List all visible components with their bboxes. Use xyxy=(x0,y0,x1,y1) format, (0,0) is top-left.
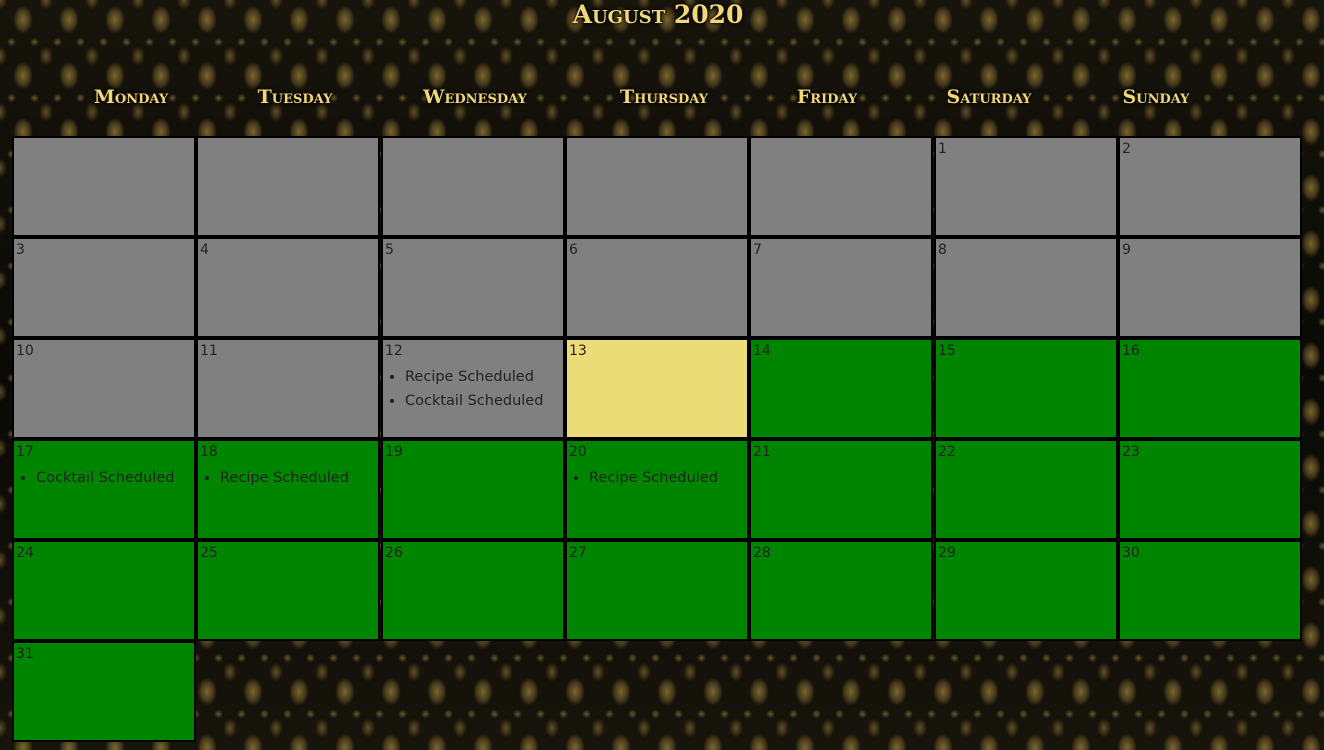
calendar-day-8[interactable]: 8 xyxy=(934,237,1118,338)
calendar-day-14[interactable]: 14 xyxy=(749,338,933,439)
month-title: August 2020 xyxy=(572,0,744,29)
calendar-day-11[interactable]: 11 xyxy=(196,338,380,439)
calendar-day-25[interactable]: 25 xyxy=(196,540,380,641)
calendar-day-21[interactable]: 21 xyxy=(749,439,933,540)
day-number: 1 xyxy=(938,141,947,157)
weekday-header-row: Monday Tuesday Wednesday Thursday Friday… xyxy=(0,83,1324,113)
day-number: 27 xyxy=(569,545,587,561)
calendar-day-12[interactable]: 12Recipe ScheduledCocktail Scheduled xyxy=(381,338,565,439)
day-number: 31 xyxy=(16,646,34,662)
calendar-day-30[interactable]: 30 xyxy=(1118,540,1302,641)
calendar-day-24[interactable]: 24 xyxy=(12,540,196,641)
day-number: 23 xyxy=(1122,444,1140,460)
calendar-cell-empty xyxy=(196,136,380,237)
event-item[interactable]: Recipe Scheduled xyxy=(405,365,543,389)
day-number: 14 xyxy=(753,343,771,359)
calendar-cell-empty xyxy=(749,136,933,237)
day-number: 30 xyxy=(1122,545,1140,561)
day-number: 10 xyxy=(16,343,34,359)
day-number: 25 xyxy=(200,545,218,561)
day-number: 19 xyxy=(385,444,403,460)
weekday-friday: Friday xyxy=(796,86,858,108)
day-number: 29 xyxy=(938,545,956,561)
day-number: 17 xyxy=(16,444,34,460)
day-number: 11 xyxy=(200,343,218,359)
day-number: 15 xyxy=(938,343,956,359)
calendar-day-23[interactable]: 23 xyxy=(1118,439,1302,540)
calendar-day-7[interactable]: 7 xyxy=(749,237,933,338)
weekday-wednesday: Wednesday xyxy=(423,86,527,108)
calendar-day-19[interactable]: 19 xyxy=(381,439,565,540)
calendar-day-26[interactable]: 26 xyxy=(381,540,565,641)
calendar-cell-empty xyxy=(381,136,565,237)
day-number: 3 xyxy=(16,242,25,258)
calendar-day-15[interactable]: 15 xyxy=(934,338,1118,439)
calendar-day-20[interactable]: 20Recipe Scheduled xyxy=(565,439,749,540)
calendar-day-31[interactable]: 31 xyxy=(12,641,196,742)
day-number: 18 xyxy=(200,444,218,460)
day-number: 24 xyxy=(16,545,34,561)
event-list: Recipe Scheduled xyxy=(198,466,349,490)
day-number: 5 xyxy=(385,242,394,258)
weekday-monday: Monday xyxy=(93,86,169,108)
calendar-day-18[interactable]: 18Recipe Scheduled xyxy=(196,439,380,540)
day-number: 6 xyxy=(569,242,578,258)
event-item[interactable]: Recipe Scheduled xyxy=(220,466,349,490)
calendar-day-6[interactable]: 6 xyxy=(565,237,749,338)
calendar-day-13[interactable]: 13 xyxy=(565,338,749,439)
day-number: 28 xyxy=(753,545,771,561)
calendar-grid: 123456789101112Recipe ScheduledCocktail … xyxy=(12,136,1304,743)
day-number: 2 xyxy=(1122,141,1131,157)
day-number: 16 xyxy=(1122,343,1140,359)
calendar-day-28[interactable]: 28 xyxy=(749,540,933,641)
calendar-day-5[interactable]: 5 xyxy=(381,237,565,338)
calendar-day-4[interactable]: 4 xyxy=(196,237,380,338)
event-list: Cocktail Scheduled xyxy=(14,466,174,490)
calendar-day-22[interactable]: 22 xyxy=(934,439,1118,540)
day-number: 22 xyxy=(938,444,956,460)
calendar-day-2[interactable]: 2 xyxy=(1118,136,1302,237)
calendar-day-10[interactable]: 10 xyxy=(12,338,196,439)
weekday-tuesday: Tuesday xyxy=(257,86,333,108)
calendar-cell-empty xyxy=(565,136,749,237)
calendar-cell-empty xyxy=(12,136,196,237)
calendar-day-27[interactable]: 27 xyxy=(565,540,749,641)
event-list: Recipe ScheduledCocktail Scheduled xyxy=(383,365,543,413)
weekday-saturday: Saturday xyxy=(946,86,1032,108)
event-item[interactable]: Cocktail Scheduled xyxy=(36,466,174,490)
day-number: 21 xyxy=(753,444,771,460)
calendar-day-9[interactable]: 9 xyxy=(1118,237,1302,338)
day-number: 7 xyxy=(753,242,762,258)
event-item[interactable]: Recipe Scheduled xyxy=(589,466,718,490)
event-list: Recipe Scheduled xyxy=(567,466,718,490)
day-number: 8 xyxy=(938,242,947,258)
calendar-day-17[interactable]: 17Cocktail Scheduled xyxy=(12,439,196,540)
weekday-sunday: Sunday xyxy=(1122,86,1190,108)
day-number: 26 xyxy=(385,545,403,561)
calendar-day-16[interactable]: 16 xyxy=(1118,338,1302,439)
day-number: 13 xyxy=(569,343,587,359)
calendar-day-29[interactable]: 29 xyxy=(934,540,1118,641)
day-number: 9 xyxy=(1122,242,1131,258)
weekday-thursday: Thursday xyxy=(620,86,708,108)
calendar-day-3[interactable]: 3 xyxy=(12,237,196,338)
day-number: 20 xyxy=(569,444,587,460)
day-number: 4 xyxy=(200,242,209,258)
day-number: 12 xyxy=(385,343,403,359)
calendar-day-1[interactable]: 1 xyxy=(934,136,1118,237)
event-item[interactable]: Cocktail Scheduled xyxy=(405,389,543,413)
